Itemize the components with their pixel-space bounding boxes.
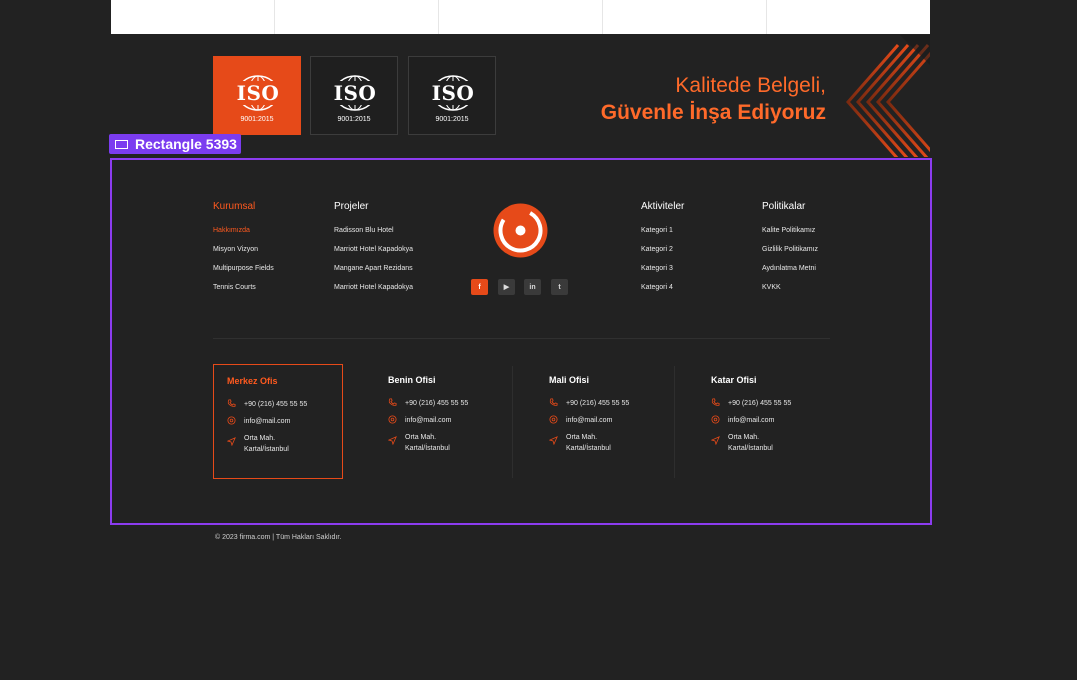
office-phone-text: +90 (216) 455 55 55 — [728, 400, 792, 407]
footer-link[interactable]: Marriott Hotel Kapadokya — [334, 283, 413, 302]
phone-icon — [711, 398, 720, 406]
footer-column-aktiviteler: Aktiviteler Kategori 1 Kategori 2 Katego… — [641, 201, 684, 302]
iso-label: ISO — [233, 81, 283, 105]
panel-divider — [438, 0, 439, 34]
office-email-text: info@mail.com — [728, 417, 775, 424]
footer-link[interactable]: Kategori 4 — [641, 283, 684, 302]
footer-link[interactable]: Misyon Vizyon — [213, 245, 274, 264]
chevron-decoration-icon — [846, 35, 930, 157]
office-separator — [674, 366, 675, 478]
footer-divider — [213, 338, 830, 339]
iso-standard: 9001:2015 — [435, 116, 469, 123]
iso-badge: ISO 9001:2015 — [408, 56, 496, 135]
footer-link[interactable]: Marriott Hotel Kapadokya — [334, 245, 413, 264]
footer-link[interactable]: KVKK — [762, 283, 818, 302]
footer-column-title: Projeler — [334, 201, 369, 212]
footer-link[interactable]: Kalite Politikamız — [762, 226, 818, 245]
office-card[interactable]: Mali Ofisi +90 (216) 455 55 55 info@mail… — [536, 364, 666, 479]
iso-badge: ISO 9001:2015 — [310, 56, 398, 135]
at-icon — [388, 415, 397, 424]
footer-link[interactable]: Radisson Blu Hotel — [334, 226, 413, 245]
at-icon — [549, 415, 558, 424]
office-title: Katar Ofisi — [711, 375, 757, 385]
office-title: Benin Ofisi — [388, 375, 436, 385]
office-email-text: info@mail.com — [405, 417, 452, 424]
phone-icon — [549, 398, 558, 406]
footer-link[interactable]: Kategori 3 — [641, 264, 684, 283]
office-address-line2: Kartal/İstanbul — [566, 445, 611, 452]
linkedin-icon[interactable]: in — [524, 279, 541, 295]
copyright-text: © 2023 firma.com | Tüm Hakları Saklıdır. — [215, 534, 342, 541]
office-email-text: info@mail.com — [244, 418, 291, 425]
footer-link[interactable]: Multipurpose Fields — [213, 264, 274, 283]
panel-divider — [274, 0, 275, 34]
company-logo-icon[interactable] — [493, 203, 548, 258]
footer-link[interactable]: Tennis Courts — [213, 283, 274, 302]
office-phone-text: +90 (216) 455 55 55 — [244, 401, 308, 408]
office-phone-text: +90 (216) 455 55 55 — [405, 400, 469, 407]
selection-label-text: Rectangle 5393 — [135, 136, 237, 152]
office-card[interactable]: Katar Ofisi +90 (216) 455 55 55 info@mai… — [698, 364, 828, 479]
office-address-line2: Kartal/İstanbul — [405, 445, 450, 452]
footer-column-title: Politikalar — [762, 201, 806, 212]
office-address-line2: Kartal/İstanbul — [244, 446, 289, 453]
office-card[interactable]: Benin Ofisi +90 (216) 455 55 55 info@mai… — [375, 364, 505, 479]
location-arrow-icon — [227, 437, 236, 446]
youtube-icon[interactable]: ▶ — [498, 279, 515, 295]
office-title: Merkez Ofis — [227, 376, 278, 386]
selection-label: Rectangle 5393 — [109, 134, 241, 154]
footer-column-title: Kurumsal — [213, 201, 256, 212]
office-address-line1: Orta Mah. — [405, 434, 437, 441]
footer-column-politikalar: Politikalar Kalite Politikamız Gizlilik … — [762, 201, 818, 302]
footer-link[interactable]: Kategori 2 — [641, 245, 684, 264]
phone-icon — [388, 398, 397, 406]
iso-standard: 9001:2015 — [240, 116, 274, 123]
footer-column-projeler: Projeler Radisson Blu Hotel Marriott Hot… — [334, 201, 413, 302]
footer-link[interactable]: Mangane Apart Rezidans — [334, 264, 413, 283]
top-panel — [111, 0, 930, 34]
quality-heading: Kalitede Belgeli, Güvenle İnşa Ediyoruz — [601, 72, 826, 126]
office-title: Mali Ofisi — [549, 375, 590, 385]
quality-heading-line1: Kalitede Belgeli, — [675, 74, 826, 97]
phone-icon — [227, 399, 236, 407]
twitter-icon[interactable]: t — [551, 279, 568, 295]
quality-heading-line2: Güvenle İnşa Ediyoruz — [600, 101, 826, 124]
at-icon — [711, 415, 720, 424]
footer-link[interactable]: Aydınlatma Metni — [762, 264, 818, 283]
location-arrow-icon — [388, 436, 397, 445]
footer-column-title: Aktiviteler — [641, 201, 685, 212]
rectangle-icon — [115, 139, 128, 149]
footer-link[interactable]: Hakkımızda — [213, 226, 274, 245]
footer-link[interactable]: Kategori 1 — [641, 226, 684, 245]
iso-badge: ISO 9001:2015 — [213, 56, 301, 135]
office-address-line2: Kartal/İstanbul — [728, 445, 773, 452]
office-phone-text: +90 (216) 455 55 55 — [566, 400, 630, 407]
footer-link[interactable]: Gizlilik Politikamız — [762, 245, 818, 264]
footer-column-kurumsal: Kurumsal Hakkımızda Misyon Vizyon Multip… — [213, 201, 274, 302]
office-separator — [512, 366, 513, 478]
office-email-text: info@mail.com — [566, 417, 613, 424]
office-address-line1: Orta Mah. — [566, 434, 598, 441]
at-icon — [227, 416, 236, 425]
office-address-line1: Orta Mah. — [728, 434, 760, 441]
panel-divider — [602, 0, 603, 34]
iso-standard: 9001:2015 — [337, 116, 371, 123]
location-arrow-icon — [711, 436, 720, 445]
location-arrow-icon — [549, 436, 558, 445]
iso-label: ISO — [428, 81, 478, 105]
panel-divider — [766, 0, 767, 34]
office-card[interactable]: Merkez Ofis +90 (216) 455 55 55 info@mai… — [213, 364, 343, 479]
iso-label: ISO — [330, 81, 380, 105]
office-address-line1: Orta Mah. — [244, 435, 276, 442]
facebook-icon[interactable]: f — [471, 279, 488, 295]
